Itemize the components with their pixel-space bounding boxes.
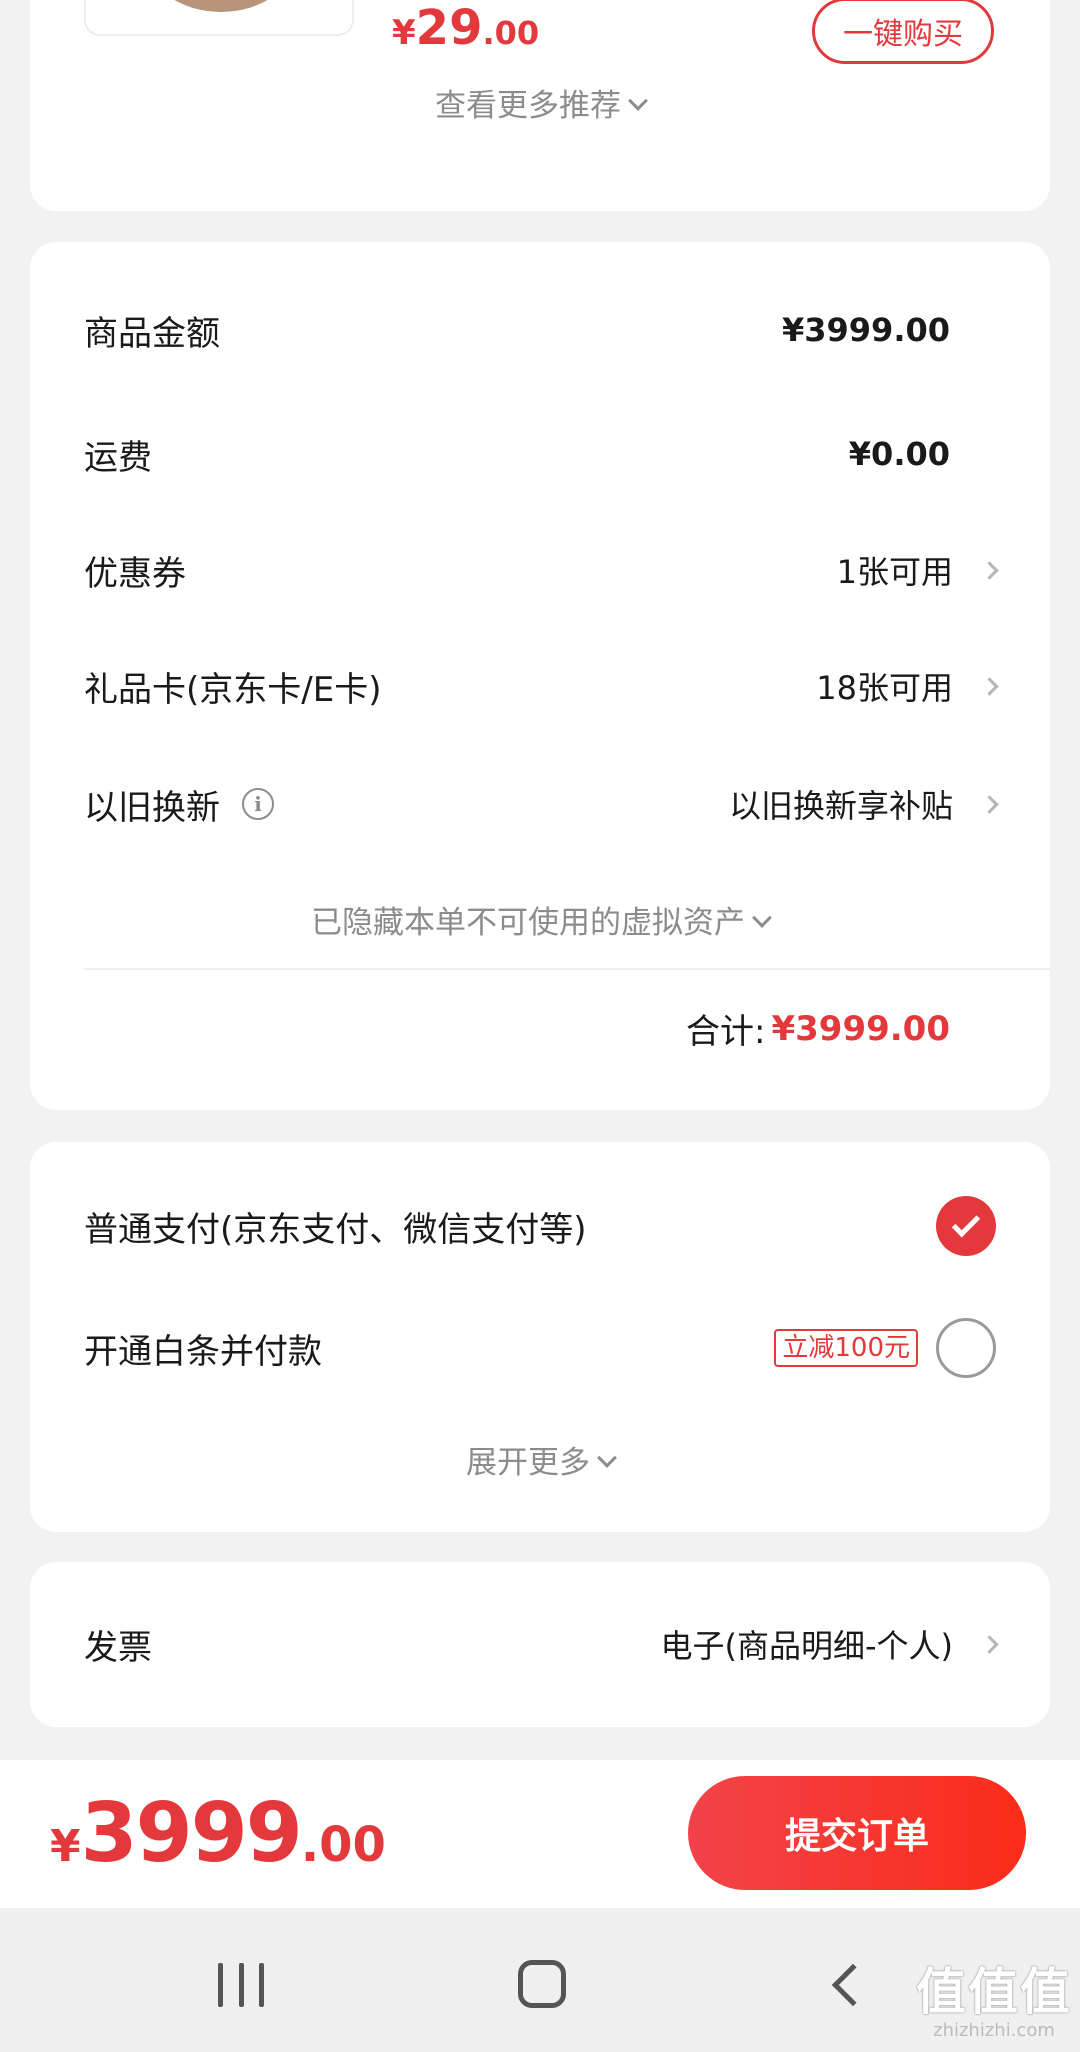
home-icon[interactable] (518, 1960, 566, 2008)
goods-amount-row: 商品金额 ¥3999.00 (84, 300, 996, 360)
trade-in-label: 以旧换新 (84, 787, 220, 828)
order-total: 合计: ¥3999.00 (686, 1004, 950, 1053)
product-thumbnail[interactable] (84, 0, 354, 36)
shipping-label: 运费 (84, 437, 152, 478)
invoice-value: 电子(商品明细-个人) (660, 1627, 953, 1665)
product-image (146, 0, 296, 12)
invoice-row[interactable]: 发票 电子(商品明细-个人) (84, 1614, 999, 1674)
normal-payment-label: 普通支付(京东支付、微信支付等) (84, 1209, 587, 1250)
see-more-label: 查看更多推荐 (435, 88, 621, 124)
divider (84, 968, 1050, 970)
watermark-url: zhizhizhi.com (933, 2020, 1055, 2041)
gift-card-label: 礼品卡(京东卡/E卡) (84, 669, 382, 710)
coupon-value-group: 1张可用 (836, 547, 999, 593)
payment-option-baitiao[interactable]: 开通白条并付款 立减100元 (84, 1318, 996, 1378)
payment-option-normal[interactable]: 普通支付(京东支付、微信支付等) (84, 1196, 996, 1256)
total-label: 合计: (686, 1012, 766, 1052)
recommendation-card: ¥29.00 一键购买 查看更多推荐 (30, 0, 1050, 211)
price-integer: 29 (415, 0, 483, 56)
trade-in-value-group: 以旧换新享补贴 (728, 781, 999, 827)
price-symbol: ¥ (50, 1821, 81, 1872)
invoice-label: 发票 (84, 1627, 152, 1668)
invoice-value-group: 电子(商品明细-个人) (660, 1621, 999, 1667)
recent-apps-icon[interactable] (218, 1963, 264, 2007)
total-value: ¥3999.00 (771, 1008, 950, 1049)
discount-badge: 立减100元 (774, 1329, 918, 1367)
back-icon[interactable] (831, 1963, 875, 2007)
gift-card-value-group: 18张可用 (816, 663, 999, 709)
shipping-value: ¥0.00 (848, 435, 950, 473)
chevron-down-icon (628, 90, 648, 111)
baitiao-radio[interactable] (936, 1318, 996, 1378)
watermark: 值值值 zhizhizhi.com (916, 1964, 1072, 2041)
amount-card: 商品金额 ¥3999.00 运费 ¥0.00 优惠券 1张可用 礼品卡(京东卡/… (30, 242, 1050, 1110)
price-integer: 3999 (80, 1786, 303, 1881)
checkout-bar: ¥3999.00 提交订单 (0, 1760, 1080, 1908)
hidden-assets-label: 已隐藏本单不可使用的虚拟资产 (311, 905, 745, 941)
normal-payment-radio[interactable] (936, 1196, 996, 1256)
shipping-row: 运费 ¥0.00 (84, 424, 996, 484)
trade-in-value: 以旧换新享补贴 (728, 787, 953, 825)
goods-amount-label: 商品金额 (84, 313, 220, 354)
goods-amount-value: ¥3999.00 (781, 311, 950, 349)
check-icon (951, 1209, 981, 1238)
see-more-recommendations[interactable]: 查看更多推荐 (30, 80, 1050, 125)
gift-card-value: 18张可用 (816, 669, 953, 707)
price-symbol: ¥ (392, 13, 416, 53)
expand-more-payment[interactable]: 展开更多 (30, 1437, 1050, 1482)
coupon-row[interactable]: 优惠券 1张可用 (84, 540, 999, 600)
expand-more-label: 展开更多 (466, 1445, 590, 1481)
recommended-price: ¥29.00 (392, 0, 539, 56)
chevron-down-icon (752, 907, 772, 928)
trade-in-row[interactable]: 以旧换新 i 以旧换新享补贴 (84, 774, 999, 834)
watermark-logo: 值值值 (916, 1963, 1072, 2021)
coupon-value: 1张可用 (836, 553, 953, 591)
invoice-card: 发票 电子(商品明细-个人) (30, 1562, 1050, 1727)
trade-in-label-group: 以旧换新 i (84, 780, 274, 829)
info-icon[interactable]: i (242, 788, 274, 820)
one-click-buy-button[interactable]: 一键购买 (812, 0, 994, 64)
price-decimal: .00 (300, 1817, 386, 1873)
chevron-right-icon (980, 794, 999, 814)
chevron-down-icon (597, 1447, 617, 1468)
gift-card-row[interactable]: 礼品卡(京东卡/E卡) 18张可用 (84, 656, 999, 716)
chevron-right-icon (980, 1634, 999, 1654)
chevron-right-icon (980, 676, 999, 696)
baitiao-label: 开通白条并付款 (84, 1331, 322, 1372)
submit-order-button[interactable]: 提交订单 (688, 1776, 1026, 1890)
chevron-right-icon (980, 560, 999, 580)
hidden-assets-toggle[interactable]: 已隐藏本单不可使用的虚拟资产 (30, 897, 1050, 942)
baitiao-value-group: 立减100元 (774, 1318, 996, 1378)
price-decimal: .00 (482, 14, 540, 52)
coupon-label: 优惠券 (84, 553, 186, 594)
payment-card: 普通支付(京东支付、微信支付等) 开通白条并付款 立减100元 展开更多 (30, 1142, 1050, 1532)
grand-total-price: ¥3999.00 (50, 1786, 386, 1881)
